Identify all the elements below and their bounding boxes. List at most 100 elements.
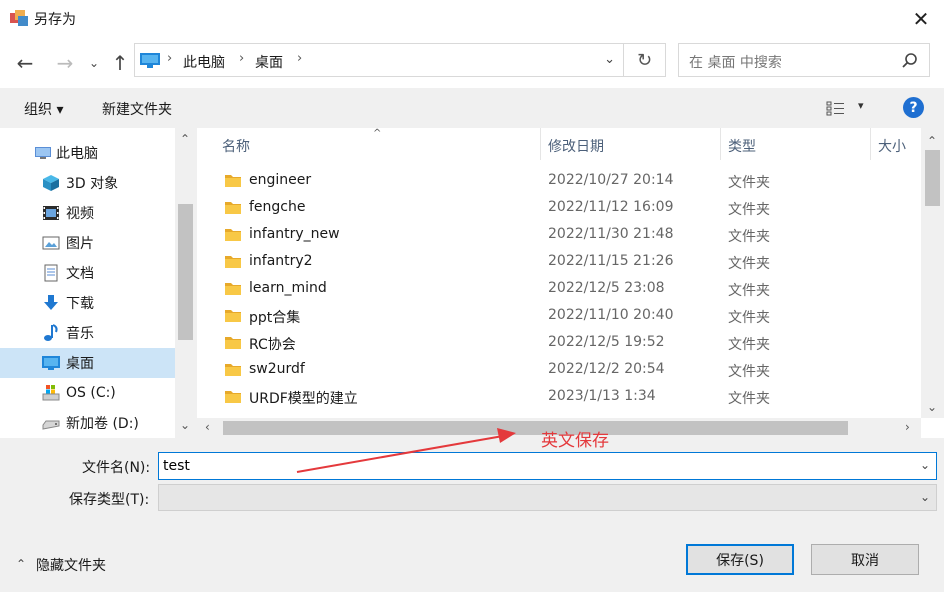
scroll-right-icon[interactable]: › (905, 420, 910, 434)
scroll-down-icon[interactable]: ⌄ (180, 418, 190, 432)
breadcrumb-chevron-icon[interactable]: › (297, 51, 302, 66)
sidebar-item-label: 音乐 (66, 326, 94, 342)
column-header-size[interactable]: 大小 (878, 136, 906, 156)
save-button[interactable]: 保存(S) (686, 544, 794, 575)
file-modified-date: 2022/12/5 19:52 (548, 334, 665, 350)
file-list-vertical-scrollbar[interactable]: ⌃ ⌄ (921, 128, 944, 418)
organize-button[interactable]: 组织 ▾ (24, 99, 63, 119)
column-divider[interactable] (870, 128, 871, 160)
address-dropdown-icon[interactable]: ⌄ (604, 52, 615, 67)
cancel-button-label: 取消 (851, 552, 879, 569)
sidebar-item-documents[interactable]: 文档 (0, 258, 175, 288)
sidebar-item-downloads[interactable]: 下载 (0, 288, 175, 318)
drive-icon (42, 420, 60, 430)
column-header-modified[interactable]: 修改日期 (548, 136, 604, 156)
filename-field[interactable]: ⌄ (158, 452, 937, 480)
file-row[interactable]: sw2urdf 2022/12/2 20:54 文件夹 (197, 357, 921, 384)
filetype-label: 保存类型(T): (69, 492, 150, 508)
sidebar-item-os-c[interactable]: OS (C:) (0, 378, 175, 408)
new-folder-button[interactable]: 新建文件夹 (102, 99, 172, 119)
forward-button[interactable]: → (52, 50, 78, 76)
view-dropdown-arrow-icon: ▾ (858, 99, 864, 112)
sidebar-item-label: OS (C:) (66, 385, 116, 401)
column-header-name[interactable]: 名称 (222, 136, 250, 156)
sidebar-item-label: 3D 对象 (66, 176, 119, 192)
file-modified-date: 2022/12/2 20:54 (548, 361, 665, 377)
cancel-button[interactable]: 取消 (811, 544, 919, 575)
folder-icon (225, 391, 241, 403)
filename-input[interactable] (163, 455, 903, 477)
scroll-up-icon[interactable]: ⌃ (180, 132, 190, 146)
file-row[interactable]: infantry2 2022/11/15 21:26 文件夹 (197, 249, 921, 276)
sidebar-item-label: 视频 (66, 206, 94, 222)
address-bar[interactable]: › 此电脑 › 桌面 › ⌄ (134, 43, 624, 77)
file-row[interactable]: infantry_new 2022/11/30 21:48 文件夹 (197, 222, 921, 249)
breadcrumb-desktop[interactable]: 桌面 (255, 52, 283, 72)
scrollbar-thumb[interactable] (925, 150, 940, 206)
search-icon (902, 53, 917, 68)
up-button[interactable]: ↑ (108, 50, 132, 76)
file-type: 文件夹 (728, 256, 770, 272)
file-row[interactable]: URDF模型的建立 2023/1/13 1:34 文件夹 (197, 384, 921, 411)
filetype-select[interactable]: ⌄ (158, 484, 937, 511)
column-divider[interactable] (540, 128, 541, 160)
refresh-button[interactable]: ↻ (624, 43, 666, 77)
desktop-icon (140, 53, 160, 68)
breadcrumb-chevron-icon[interactable]: › (239, 51, 244, 66)
scrollbar-thumb[interactable] (223, 421, 848, 435)
file-row[interactable]: RC协会 2022/12/5 19:52 文件夹 (197, 330, 921, 357)
file-name: learn_mind (249, 280, 327, 296)
folder-icon (225, 175, 241, 187)
back-button[interactable]: ← (12, 50, 38, 76)
breadcrumb-this-pc[interactable]: 此电脑 (183, 52, 225, 72)
search-input[interactable]: 在 桌面 中搜索 (678, 43, 930, 77)
file-modified-date: 2022/12/5 23:08 (548, 280, 665, 296)
chevron-down-icon[interactable]: ⌄ (920, 458, 930, 472)
column-header-type[interactable]: 类型 (728, 136, 756, 156)
sidebar-item-label: 文档 (66, 266, 94, 282)
sidebar-item-new-volume-d[interactable]: 新加卷 (D:) (0, 408, 175, 438)
file-row[interactable]: fengche 2022/11/12 16:09 文件夹 (197, 195, 921, 222)
sidebar-item-videos[interactable]: 视频 (0, 198, 175, 228)
file-row[interactable]: learn_mind 2022/12/5 23:08 文件夹 (197, 276, 921, 303)
folder-icon (225, 256, 241, 268)
breadcrumb-chevron-icon[interactable]: › (167, 51, 172, 66)
chevron-down-icon[interactable]: ⌄ (920, 490, 930, 504)
file-name: fengche (249, 199, 306, 215)
os-drive-icon (42, 385, 60, 401)
sidebar-scrollbar[interactable]: ⌃ ⌄ (175, 128, 196, 438)
sidebar-item-pictures[interactable]: 图片 (0, 228, 175, 258)
refresh-icon: ↻ (636, 49, 653, 71)
sort-ascending-icon: ^ (373, 128, 382, 139)
sidebar-item-desktop[interactable]: 桌面 (0, 348, 175, 378)
file-name: ppt合集 (249, 310, 301, 326)
sidebar-item-this-pc[interactable]: 此电脑 (0, 138, 175, 168)
file-name: sw2urdf (249, 361, 305, 377)
file-modified-date: 2022/11/30 21:48 (548, 226, 674, 242)
scroll-left-icon[interactable]: ‹ (205, 420, 210, 434)
file-row[interactable]: engineer 2022/10/27 20:14 文件夹 (197, 168, 921, 195)
close-button[interactable]: ✕ (898, 0, 944, 38)
search-placeholder: 在 桌面 中搜索 (689, 55, 782, 71)
sidebar-item-label: 新加卷 (D:) (66, 416, 139, 432)
help-button[interactable]: ? (903, 97, 924, 118)
title-bar: 另存为 ✕ (0, 0, 944, 38)
file-row[interactable]: ppt合集 2022/11/10 20:40 文件夹 (197, 303, 921, 330)
scrollbar-thumb[interactable] (178, 204, 193, 340)
sidebar-item-music[interactable]: 音乐 (0, 318, 175, 348)
sidebar-item-3d-objects[interactable]: 3D 对象 (0, 168, 175, 198)
annotation-label: 英文保存 (541, 431, 609, 451)
column-divider[interactable] (720, 128, 721, 160)
desktop-icon (42, 356, 60, 370)
change-view-button[interactable]: ▾ (826, 99, 866, 119)
file-name: engineer (249, 172, 312, 188)
folder-icon (225, 229, 241, 241)
folder-icon (225, 202, 241, 214)
file-list: ^ 名称 修改日期 类型 大小 engineer 2022/10/27 20:14… (197, 128, 944, 438)
scroll-down-icon[interactable]: ⌄ (927, 400, 937, 414)
recent-locations-button[interactable]: ⌄ (86, 50, 102, 76)
pictures-icon (42, 236, 60, 250)
scroll-up-icon[interactable]: ⌃ (927, 134, 937, 148)
file-modified-date: 2023/1/13 1:34 (548, 388, 656, 404)
arrow-right-icon: → (56, 51, 74, 75)
